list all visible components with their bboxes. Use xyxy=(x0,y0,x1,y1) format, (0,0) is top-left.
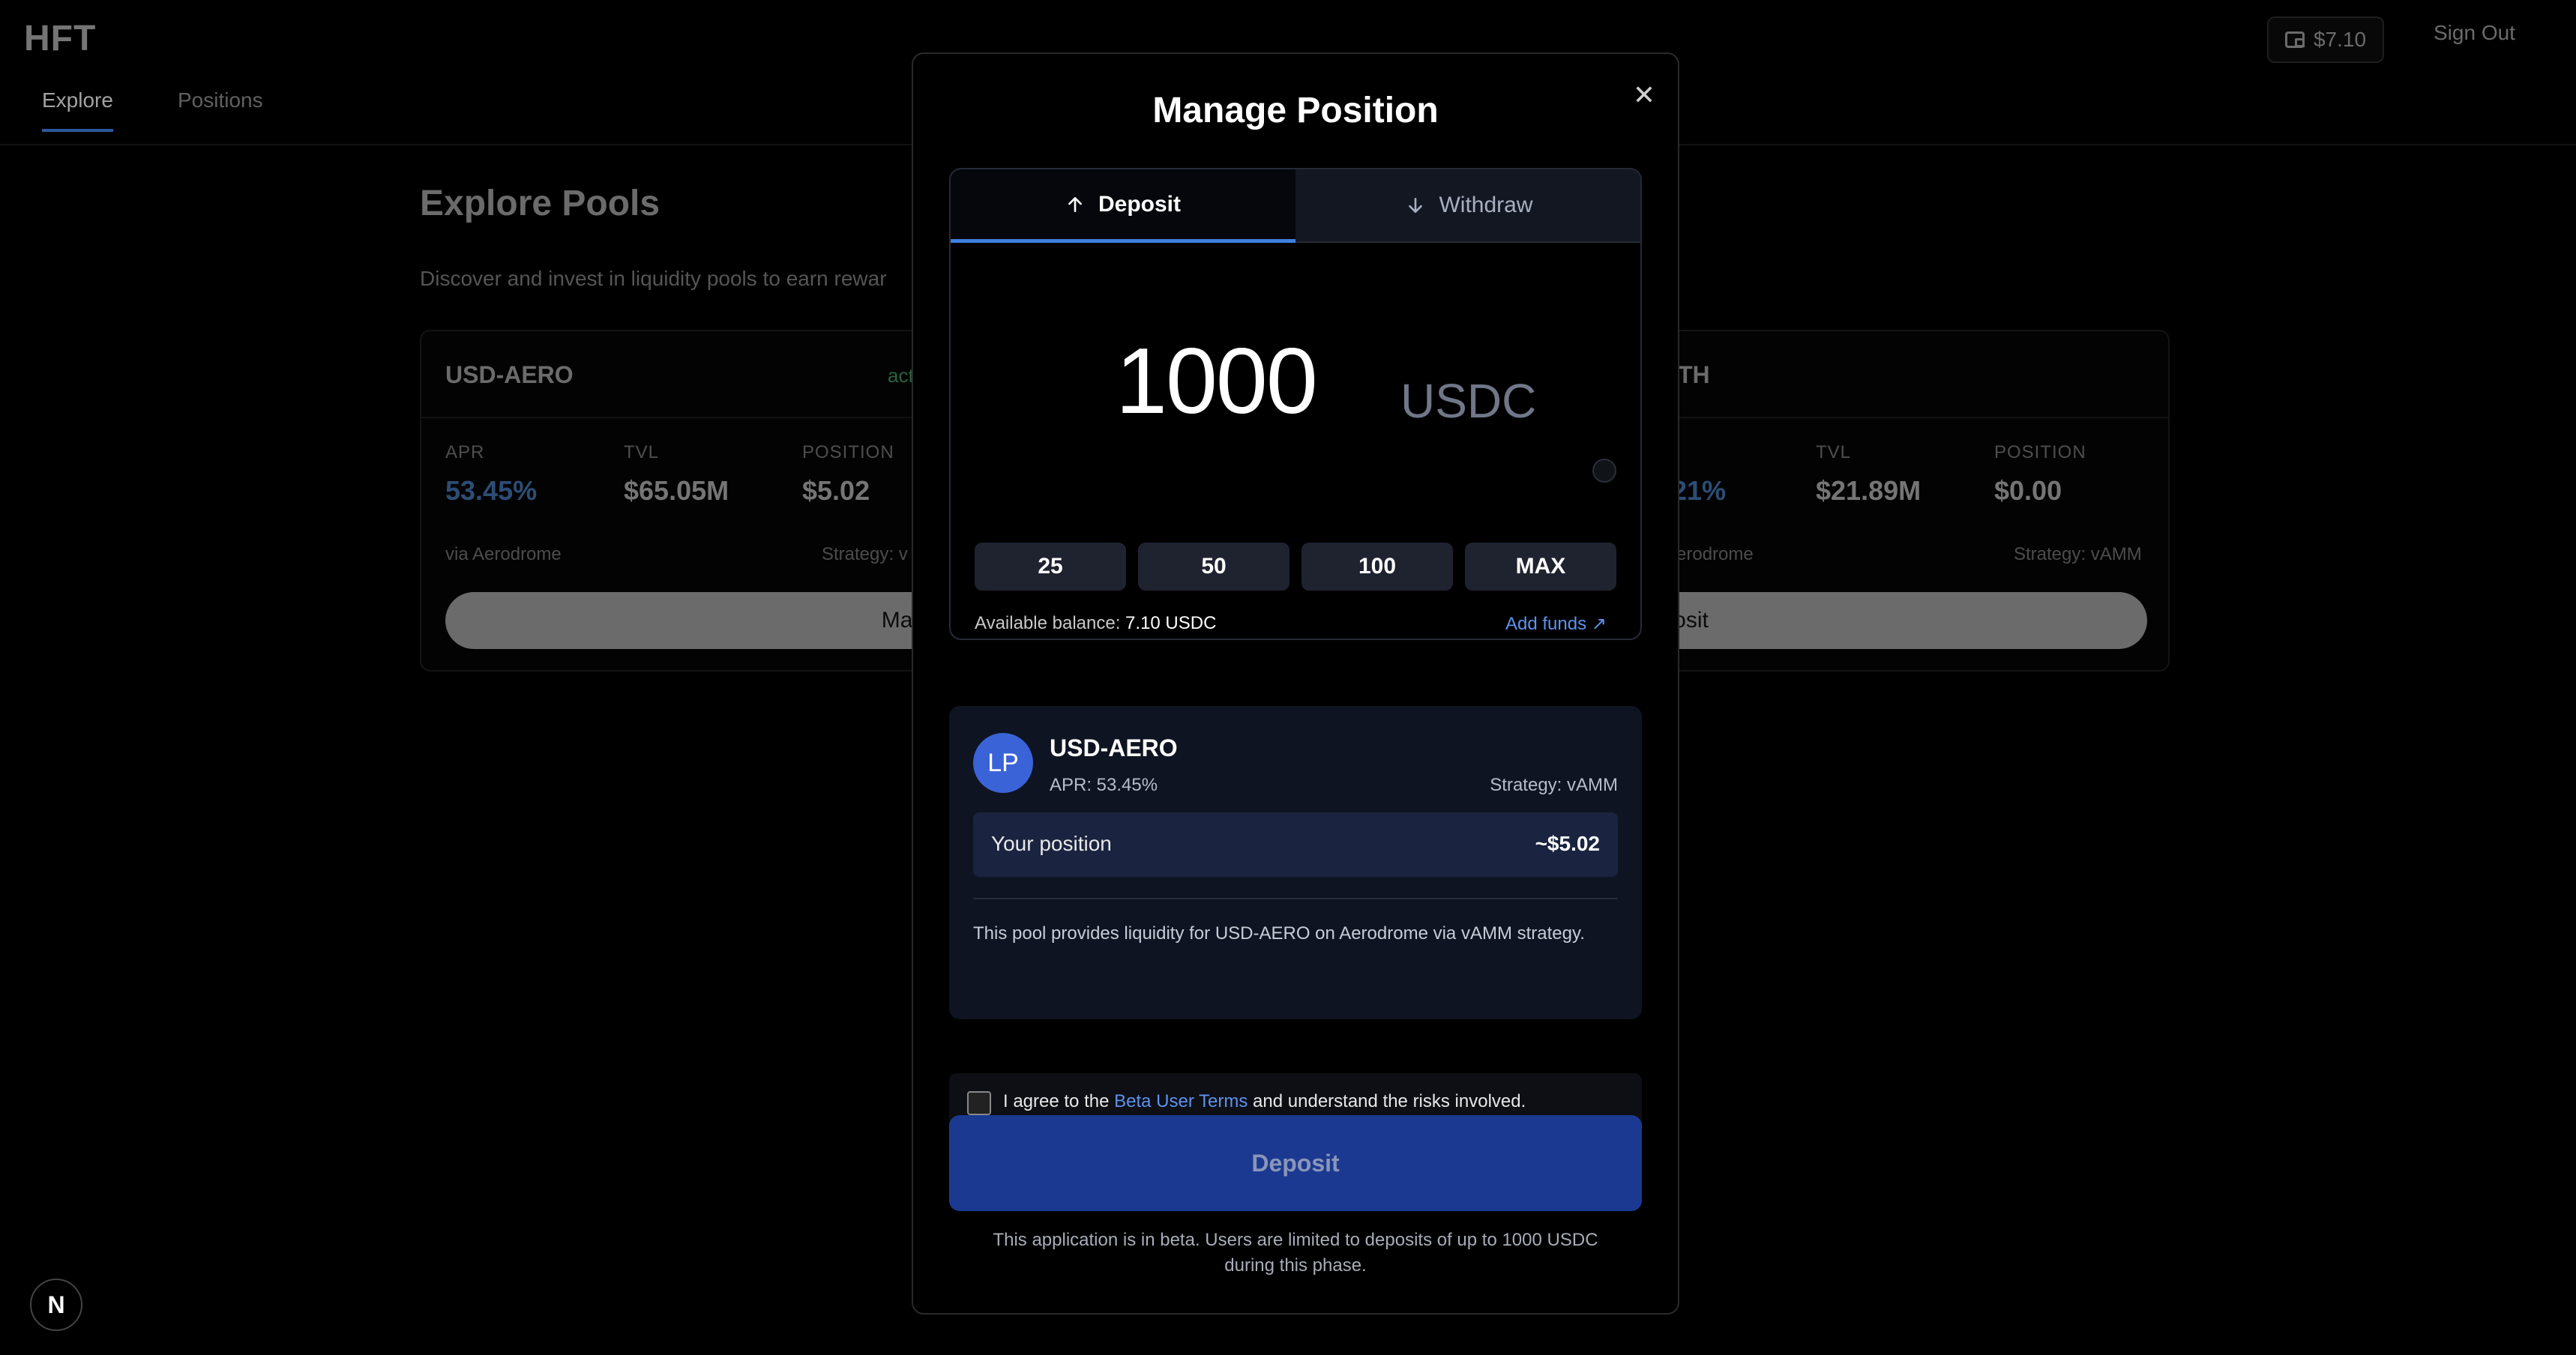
balance-label: Available balance: xyxy=(975,613,1121,633)
pool-info-card: LP USD-AERO APR: 53.45% Strategy: vAMM Y… xyxy=(949,706,1642,1019)
pool-name: USD-AERO xyxy=(1050,734,1178,761)
tab-withdraw[interactable]: Withdraw xyxy=(1295,169,1640,243)
balance-value: 7.10 USDC xyxy=(1125,613,1217,633)
available-balance: Available balance: 7.10 USDC xyxy=(975,613,1216,634)
n-badge-icon[interactable]: N xyxy=(30,1279,82,1331)
status-dot xyxy=(1592,459,1616,483)
arrow-down-icon xyxy=(1409,198,1423,213)
preset-max-button[interactable]: MAX xyxy=(1465,543,1616,591)
modal-title: Manage Position xyxy=(1152,91,1439,130)
tab-withdraw-label: Withdraw xyxy=(1439,193,1533,217)
trade-panel: Deposit Withdraw 1000 USDC 25 50 100 MAX… xyxy=(949,168,1642,640)
preset-25-button[interactable]: 25 xyxy=(975,543,1126,591)
pool-apr: APR: 53.45% xyxy=(1050,775,1158,795)
pool-description: This pool provides liquidity for USD-AER… xyxy=(973,923,1585,944)
amount-input[interactable]: 1000 xyxy=(1116,328,1318,435)
currency-label: USDC xyxy=(1400,374,1537,428)
manage-position-modal: Manage Position ✕ Deposit Withdraw 1000 … xyxy=(912,52,1679,1315)
beta-note: This application is in beta. Users are l… xyxy=(973,1228,1618,1279)
avatar: LP xyxy=(973,733,1033,793)
your-position-label: Your position xyxy=(991,832,1112,855)
preset-100-button[interactable]: 100 xyxy=(1301,543,1453,591)
beta-note-line: This application is in beta. Users are l… xyxy=(993,1230,1598,1250)
tab-deposit-label: Deposit xyxy=(1098,191,1181,217)
terms-suffix: and understand the risks involved. xyxy=(1248,1091,1526,1111)
close-button[interactable]: ✕ xyxy=(1625,76,1663,114)
beta-user-terms-link[interactable]: Beta User Terms xyxy=(1114,1091,1248,1111)
divider xyxy=(973,898,1618,899)
add-funds-link[interactable]: Add funds ↗ xyxy=(1505,613,1607,635)
pool-strategy: Strategy: vAMM xyxy=(1490,775,1618,795)
terms-prefix: I agree to the xyxy=(1003,1091,1115,1111)
preset-50-button[interactable]: 50 xyxy=(1138,543,1289,591)
close-icon: ✕ xyxy=(1632,79,1656,110)
terms-text: I agree to the Beta User Terms and under… xyxy=(1003,1091,1526,1112)
tab-deposit[interactable]: Deposit xyxy=(951,169,1295,243)
deposit-button[interactable]: Deposit xyxy=(949,1115,1642,1211)
beta-note-line: during this phase. xyxy=(1224,1255,1367,1276)
terms-checkbox[interactable] xyxy=(967,1091,991,1115)
your-position-value: ~$5.02 xyxy=(1535,832,1600,855)
arrow-up-icon xyxy=(1068,196,1082,212)
your-position-row: Your position ~$5.02 xyxy=(973,812,1618,877)
